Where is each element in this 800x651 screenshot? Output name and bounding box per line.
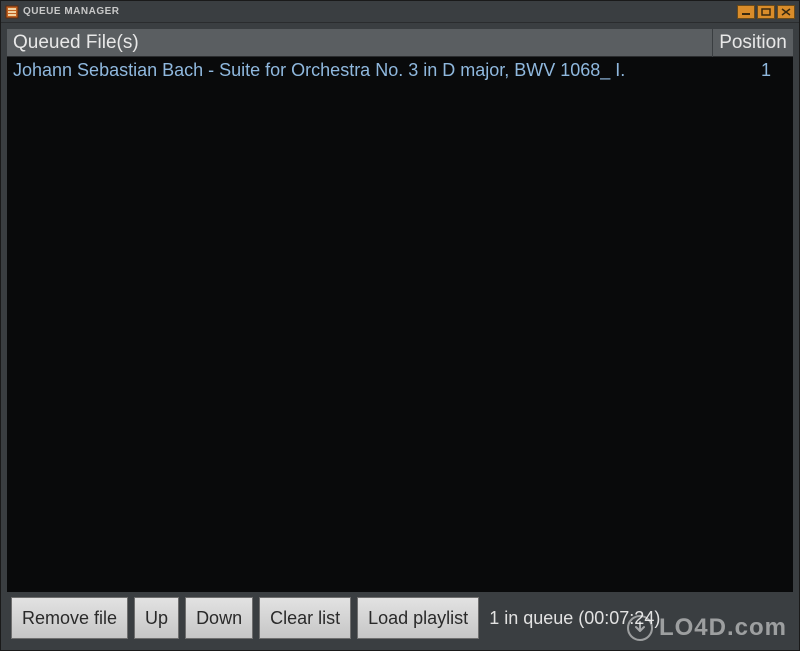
move-up-button[interactable]: Up xyxy=(134,597,179,639)
load-playlist-button[interactable]: Load playlist xyxy=(357,597,479,639)
window-title: QUEUE MANAGER xyxy=(23,6,737,17)
titlebar-controls xyxy=(737,5,795,19)
minimize-icon xyxy=(741,8,751,16)
column-header-position[interactable]: Position xyxy=(713,29,793,57)
app-icon xyxy=(5,5,19,19)
maximize-icon xyxy=(761,8,771,16)
maximize-button[interactable] xyxy=(757,5,775,19)
close-button[interactable] xyxy=(777,5,795,19)
list-item[interactable]: Johann Sebastian Bach - Suite for Orches… xyxy=(7,57,793,83)
queue-manager-window: QUEUE MANAGER Queued File(s) Position Jo… xyxy=(0,0,800,651)
column-header-files[interactable]: Queued File(s) xyxy=(7,29,713,57)
close-icon xyxy=(781,8,791,16)
queue-status: 1 in queue (00:07:24) xyxy=(489,608,660,629)
minimize-button[interactable] xyxy=(737,5,755,19)
clear-list-button[interactable]: Clear list xyxy=(259,597,351,639)
remove-file-button[interactable]: Remove file xyxy=(11,597,128,639)
bottom-toolbar: Remove file Up Down Clear list Load play… xyxy=(7,592,793,644)
list-header: Queued File(s) Position xyxy=(7,29,793,57)
list-item-position: 1 xyxy=(717,60,787,81)
titlebar: QUEUE MANAGER xyxy=(1,1,799,23)
queue-list[interactable]: Johann Sebastian Bach - Suite for Orches… xyxy=(7,57,793,592)
list-item-name: Johann Sebastian Bach - Suite for Orches… xyxy=(13,60,717,81)
content-area: Queued File(s) Position Johann Sebastian… xyxy=(1,23,799,650)
move-down-button[interactable]: Down xyxy=(185,597,253,639)
